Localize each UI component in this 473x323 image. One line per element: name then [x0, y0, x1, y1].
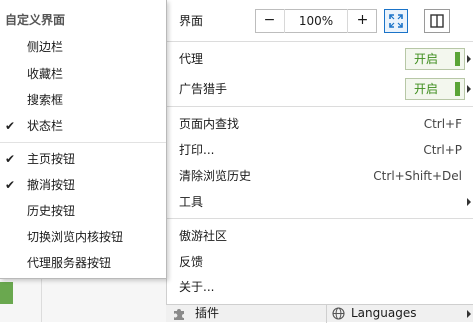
- languages-button[interactable]: Languages: [351, 305, 416, 322]
- split-screen-icon: [430, 14, 444, 28]
- customize-ui-submenu: 自定义界面 侧边栏 收藏栏 搜索框 ✔ 状态栏 ✔ 主页按钮 ✔ 撤消按钮 历史…: [0, 0, 167, 279]
- toggle-on-indicator: [455, 52, 460, 66]
- menu-item-tools[interactable]: 工具: [167, 189, 473, 215]
- submenu-item-label: 收藏栏: [27, 67, 64, 81]
- submenu-item-home-button[interactable]: ✔ 主页按钮: [0, 147, 166, 171]
- ad-hunter-toggle-label: 开启: [414, 82, 439, 96]
- submenu-item-label: 搜索框: [27, 93, 64, 107]
- submenu-divider: [0, 142, 166, 143]
- bottom-bar-divider: [326, 305, 327, 323]
- globe-icon: [332, 307, 345, 320]
- feedback-label: 反馈: [179, 255, 204, 269]
- tools-label: 工具: [179, 195, 204, 209]
- fullscreen-icon: [389, 14, 403, 28]
- zoom-row-label: 界面: [179, 14, 204, 28]
- submenu-item-status-bar[interactable]: ✔ 状态栏: [0, 114, 166, 138]
- menu-divider: [167, 41, 473, 42]
- checkmark-icon: ✔: [5, 119, 16, 133]
- main-menu: 界面 − 100% + 代理 开启 广告猎手 开启 页面内查找 Ctrl+F 打…: [166, 0, 473, 322]
- menu-item-find-in-page[interactable]: 页面内查找 Ctrl+F: [167, 111, 473, 137]
- browser-left-panel: [0, 278, 166, 322]
- split-view-button[interactable]: [424, 9, 450, 33]
- submenu-item-search-box[interactable]: 搜索框: [0, 88, 166, 112]
- ad-hunter-toggle[interactable]: 开启: [405, 78, 465, 100]
- zoom-out-button[interactable]: −: [255, 9, 285, 33]
- clear-history-label: 清除浏览历史: [179, 169, 252, 183]
- menu-item-about[interactable]: 关于...: [167, 274, 473, 300]
- find-label: 页面内查找: [179, 117, 240, 131]
- proxy-toggle-label: 开启: [414, 52, 439, 66]
- menu-divider: [167, 218, 473, 219]
- submenu-item-label: 代理服务器按钮: [27, 256, 112, 270]
- submenu-item-proxy-button[interactable]: 代理服务器按钮: [0, 251, 166, 275]
- submenu-item-label: 切换浏览内核按钮: [27, 230, 124, 244]
- proxy-toggle[interactable]: 开启: [405, 48, 465, 70]
- submenu-item-sidebar[interactable]: 侧边栏: [0, 35, 166, 59]
- print-label: 打印...: [179, 143, 215, 157]
- zoom-in-button[interactable]: +: [347, 9, 377, 33]
- clear-history-shortcut: Ctrl+Shift+Del: [373, 169, 462, 183]
- submenu-item-engine-switch-button[interactable]: 切换浏览内核按钮: [0, 225, 166, 249]
- menu-bottom-bar: 插件 Languages: [166, 304, 473, 323]
- submenu-arrow-icon: [467, 198, 471, 206]
- print-shortcut: Ctrl+P: [423, 143, 462, 157]
- submenu-arrow-icon: [467, 310, 471, 318]
- zoom-level: 100%: [298, 14, 334, 28]
- panel-divider: [41, 278, 42, 322]
- checkmark-icon: ✔: [5, 152, 16, 166]
- submenu-arrow-icon: [467, 85, 471, 93]
- toggle-on-indicator: [455, 82, 460, 96]
- menu-item-community[interactable]: 傲游社区: [167, 223, 473, 249]
- find-shortcut: Ctrl+F: [423, 117, 462, 131]
- puzzle-icon: [174, 309, 184, 320]
- checkmark-icon: ✔: [5, 178, 16, 192]
- plugins-button[interactable]: 插件: [195, 305, 219, 322]
- ad-hunter-label: 广告猎手: [179, 82, 228, 96]
- submenu-item-label: 撤消按钮: [27, 178, 76, 192]
- submenu-item-history-button[interactable]: 历史按钮: [0, 199, 166, 223]
- submenu-item-label: 侧边栏: [27, 40, 64, 54]
- menu-item-clear-history[interactable]: 清除浏览历史 Ctrl+Shift+Del: [167, 163, 473, 189]
- menu-item-print[interactable]: 打印... Ctrl+P: [167, 137, 473, 163]
- submenu-item-label: 历史按钮: [27, 204, 76, 218]
- submenu-item-label: 主页按钮: [27, 152, 76, 166]
- green-tab-edge: [0, 282, 13, 304]
- submenu-header: 自定义界面: [5, 13, 66, 27]
- submenu-item-label: 状态栏: [27, 119, 64, 133]
- submenu-item-favorites-bar[interactable]: 收藏栏: [0, 62, 166, 86]
- about-label: 关于...: [179, 280, 215, 294]
- proxy-label: 代理: [179, 52, 204, 66]
- fullscreen-button[interactable]: [384, 9, 408, 33]
- community-label: 傲游社区: [179, 229, 228, 243]
- menu-divider: [167, 106, 473, 107]
- submenu-item-undo-button[interactable]: ✔ 撤消按钮: [0, 173, 166, 197]
- menu-item-feedback[interactable]: 反馈: [167, 249, 473, 275]
- submenu-arrow-icon: [467, 55, 471, 63]
